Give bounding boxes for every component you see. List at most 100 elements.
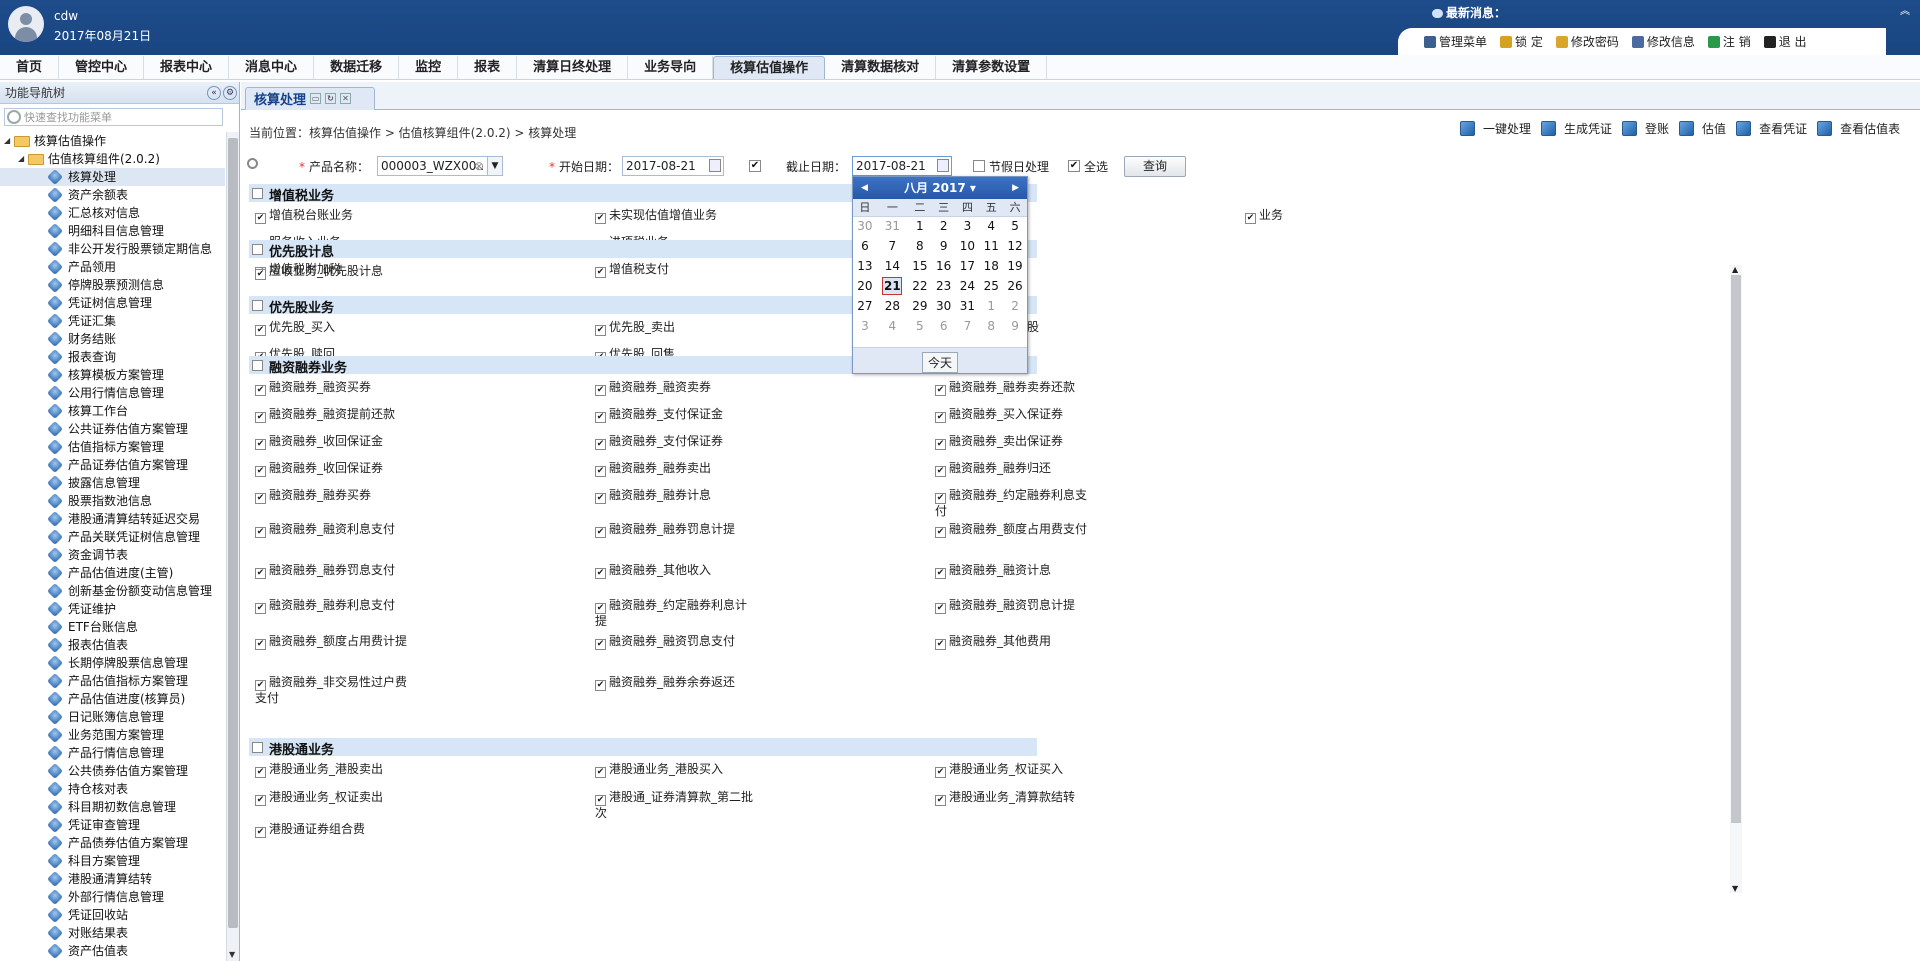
refresh-icon[interactable]: ↻ [325, 93, 337, 104]
tree-group[interactable]: ◢ 估值核算组件(2.0.2) [0, 150, 225, 168]
header-tool-4[interactable]: 注 销 [1707, 33, 1751, 50]
tree-item[interactable]: 业务范围方案管理 [0, 726, 225, 744]
business-item[interactable]: ✔ 融资融券_融资计息 [935, 563, 1255, 579]
tree-item[interactable]: 凭证回收站 [0, 906, 225, 924]
item-checkbox[interactable]: ✔ [595, 767, 606, 778]
calendar-day[interactable]: 8 [979, 316, 1003, 336]
end-date-checkbox[interactable]: ✔ [749, 160, 761, 172]
item-checkbox[interactable]: ✔ [255, 412, 266, 423]
nav-item-2[interactable]: 报表中心 [144, 55, 230, 79]
item-checkbox[interactable]: ✔ [935, 385, 946, 396]
business-item[interactable]: ✔ 融资融券_融资罚息计提 [935, 598, 1255, 614]
end-date-input[interactable]: 2017-08-21 [852, 156, 952, 176]
tree-item[interactable]: 核算处理 [0, 168, 225, 186]
tree-item[interactable]: 停牌股票预测信息 [0, 276, 225, 294]
product-select[interactable]: 000003_WZX00.. ⊗ ▼ [377, 156, 503, 176]
item-checkbox[interactable]: ✔ [935, 439, 946, 450]
business-item[interactable]: ✔ 融资融券_融券买券 [255, 488, 575, 504]
nav-item-6[interactable]: 报表 [458, 55, 518, 79]
tab-accounting-process[interactable]: 核算处理 ▭ ↻ ✕ [245, 87, 375, 110]
item-checkbox[interactable]: ✔ [935, 767, 946, 778]
business-item[interactable]: ✔ 应收业务_优先股计息 [255, 264, 575, 280]
business-item[interactable]: ✔ 融资融券_卖出保证券 [935, 434, 1255, 450]
business-item[interactable]: ✔ 融资融券_融券利息支付 [255, 598, 575, 614]
business-item[interactable]: ✔ 增值税台账业务 [255, 208, 575, 224]
business-item[interactable]: ✔ 融资融券_融券卖券还款 [935, 380, 1255, 396]
nav-item-1[interactable]: 管控中心 [59, 55, 145, 79]
business-item[interactable]: ✔ 融资融券_非交易性过户费支付 [255, 675, 415, 705]
calendar-day[interactable]: 2 [932, 216, 956, 236]
business-item[interactable]: ✔ 融资融券_融券卖出 [595, 461, 915, 477]
item-checkbox[interactable]: ✔ [255, 269, 266, 280]
tree-item[interactable]: 长期停牌股票信息管理 [0, 654, 225, 672]
business-item[interactable]: ✔ 融资融券_融资罚息支付 [595, 634, 915, 650]
nav-item-7[interactable]: 清算日终处理 [517, 55, 629, 79]
section-header[interactable]: 港股通业务 [249, 738, 1037, 758]
business-item[interactable]: ✔ 融资融券_融券余券返还 [595, 675, 915, 691]
calendar-day[interactable]: 7 [956, 316, 980, 336]
tree-item[interactable]: 科目期初数信息管理 [0, 798, 225, 816]
item-checkbox[interactable]: ✔ [255, 639, 266, 650]
tree-item[interactable]: 产品行情信息管理 [0, 744, 225, 762]
business-item[interactable]: ✔ 融资融券_融券计息 [595, 488, 915, 504]
item-checkbox[interactable]: ✔ [935, 639, 946, 650]
business-item[interactable]: ✔ 融资融券_额度占用费计提 [255, 634, 415, 650]
tree-item[interactable]: 核算模板方案管理 [0, 366, 225, 384]
item-checkbox[interactable]: ✔ [595, 680, 606, 691]
item-checkbox[interactable]: ✔ [595, 603, 606, 614]
item-checkbox[interactable]: ✔ [595, 325, 606, 336]
tree-item[interactable]: 持仓核对表 [0, 780, 225, 798]
item-checkbox[interactable]: ✔ [255, 493, 266, 504]
restore-icon[interactable]: ▭ [310, 93, 322, 104]
business-item[interactable]: ✔ 融资融券_收回保证券 [255, 461, 575, 477]
calendar-day[interactable]: 23 [932, 276, 956, 296]
calendar-day[interactable]: 25 [979, 276, 1003, 296]
business-item[interactable]: ✔ 业务 [1245, 208, 1565, 224]
business-item[interactable]: ✔ 融资融券_买入保证券 [935, 407, 1255, 423]
calendar-day[interactable]: 10 [956, 236, 980, 256]
item-checkbox[interactable]: ✔ [595, 527, 606, 538]
nav-item-0[interactable]: 首页 [0, 55, 60, 79]
menu-search-input[interactable]: 快速查找功能菜单 [4, 108, 223, 126]
calendar-day[interactable]: 16 [932, 256, 956, 276]
calendar-icon[interactable] [937, 159, 949, 172]
item-checkbox[interactable]: ✔ [935, 493, 946, 504]
item-checkbox[interactable]: ✔ [595, 493, 606, 504]
tree-item[interactable]: 财务结账 [0, 330, 225, 348]
item-checkbox[interactable]: ✔ [595, 385, 606, 396]
tree-item[interactable]: 产品估值指标方案管理 [0, 672, 225, 690]
calendar-day[interactable]: 15 [908, 256, 932, 276]
business-item[interactable]: ✔ 融资融券_其他收入 [595, 563, 915, 579]
item-checkbox[interactable]: ✔ [255, 568, 266, 579]
header-tool-5[interactable]: 退 出 [1763, 33, 1807, 50]
calendar-day[interactable]: 26 [1003, 276, 1027, 296]
item-checkbox[interactable]: ✔ [255, 385, 266, 396]
item-checkbox[interactable]: ✔ [595, 267, 606, 278]
item-checkbox[interactable]: ✔ [255, 439, 266, 450]
calendar-day[interactable]: 13 [853, 256, 877, 276]
nav-item-8[interactable]: 业务导向 [628, 55, 714, 79]
tree-item[interactable]: 资金调节表 [0, 546, 225, 564]
tree-item[interactable]: 凭证汇集 [0, 312, 225, 330]
business-item[interactable]: ✔ 优先股_买入 [255, 320, 575, 336]
business-item[interactable]: ✔ 融资融券_融资提前还款 [255, 407, 575, 423]
calendar-day-selected[interactable]: 21 [877, 276, 908, 296]
tree-item[interactable]: 资产估值表 [0, 942, 225, 960]
action-5[interactable]: 查看估值表 [1817, 120, 1900, 137]
calendar-day[interactable]: 1 [908, 216, 932, 236]
calendar-day[interactable]: 31 [956, 296, 980, 316]
nav-item-9[interactable]: 核算估值操作 [713, 55, 826, 79]
business-item[interactable]: ✔ 港股通业务_权证买入 [935, 762, 1255, 778]
section-checkbox[interactable] [252, 742, 263, 753]
item-checkbox[interactable]: ✔ [255, 325, 266, 336]
item-checkbox[interactable]: ✔ [935, 412, 946, 423]
query-button[interactable]: 查询 [1124, 156, 1186, 177]
calendar-icon[interactable] [709, 159, 721, 172]
nav-item-10[interactable]: 清算数据核对 [825, 55, 937, 79]
tree-item[interactable]: 对账结果表 [0, 924, 225, 942]
calendar-day[interactable]: 11 [979, 236, 1003, 256]
item-checkbox[interactable]: ✔ [1245, 213, 1256, 224]
tree-item[interactable]: 港股通清算结转 [0, 870, 225, 888]
calendar-day[interactable]: 31 [877, 216, 908, 236]
calendar-day[interactable]: 3 [956, 216, 980, 236]
